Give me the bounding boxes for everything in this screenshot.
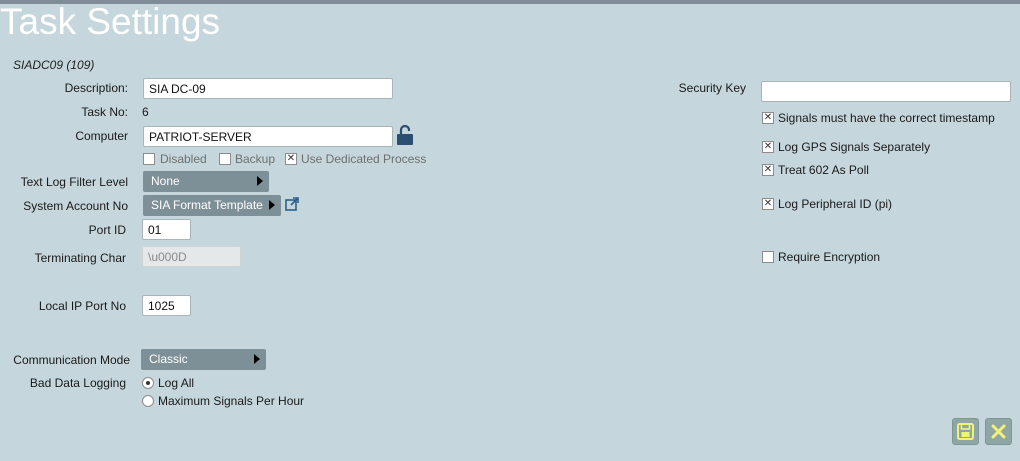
timestamp-label: Signals must have the correct timestamp: [778, 111, 995, 125]
cancel-button[interactable]: [985, 418, 1012, 445]
dropdown-arrow-icon: [257, 176, 263, 186]
disabled-checkbox[interactable]: [143, 153, 155, 165]
external-link-icon[interactable]: [285, 197, 299, 212]
timestamp-checkbox[interactable]: ✕: [762, 112, 774, 124]
terminating-char-input: [142, 246, 241, 267]
communication-mode-value: Classic: [149, 352, 188, 366]
port-id-input[interactable]: [142, 219, 191, 240]
text-log-filter-dropdown[interactable]: None: [143, 171, 269, 192]
task-identifier: SIADC09 (109): [13, 58, 95, 72]
system-account-label: System Account No: [23, 199, 128, 213]
terminating-char-label: Terminating Char: [34, 251, 126, 265]
local-ip-port-input[interactable]: [142, 295, 191, 316]
dedicated-process-checkbox[interactable]: ✕: [285, 153, 297, 165]
backup-label: Backup: [235, 152, 276, 166]
require-encryption-checkbox[interactable]: [762, 251, 774, 263]
bad-data-logging-label: Bad Data Logging: [29, 376, 126, 390]
log-gps-checkbox[interactable]: ✕: [762, 141, 774, 153]
max-signals-label: Maximum Signals Per Hour: [158, 394, 305, 408]
require-encryption-label: Require Encryption: [778, 250, 881, 264]
disabled-label: Disabled: [160, 152, 207, 166]
task-no-label: Task No:: [81, 105, 128, 119]
system-account-dropdown[interactable]: SIA Format Template: [143, 195, 281, 216]
unlock-icon[interactable]: [396, 124, 414, 146]
text-log-filter-value: None: [151, 174, 180, 188]
security-key-input[interactable]: [761, 81, 1011, 102]
dropdown-arrow-icon: [254, 354, 260, 364]
log-peripheral-label: Log Peripheral ID (pi): [778, 197, 893, 211]
system-account-value: SIA Format Template: [151, 198, 263, 212]
page-title: Task Settings: [0, 1, 221, 42]
text-log-filter-label: Text Log Filter Level: [20, 175, 128, 189]
port-id-label: Port ID: [88, 223, 126, 237]
treat-602-checkbox[interactable]: ✕: [762, 164, 774, 176]
computer-input[interactable]: [143, 126, 393, 147]
treat-602-label: Treat 602 As Poll: [778, 163, 869, 177]
description-input[interactable]: [143, 78, 393, 99]
log-all-radio[interactable]: [142, 377, 154, 389]
log-gps-label: Log GPS Signals Separately: [778, 140, 931, 154]
communication-mode-dropdown[interactable]: Classic: [141, 349, 266, 370]
security-key-label: Security Key: [678, 81, 746, 95]
task-no-value: 6: [142, 105, 149, 119]
communication-mode-label: Communication Mode: [13, 353, 130, 367]
log-peripheral-checkbox[interactable]: ✕: [762, 198, 774, 210]
log-all-label: Log All: [158, 376, 195, 390]
description-label: Description:: [64, 81, 128, 95]
max-signals-radio[interactable]: [142, 395, 154, 407]
save-icon: [957, 423, 974, 440]
local-ip-port-label: Local IP Port No: [38, 299, 126, 313]
computer-label: Computer: [75, 129, 128, 143]
backup-checkbox[interactable]: [219, 153, 231, 165]
dedicated-process-label: Use Dedicated Process: [301, 152, 427, 166]
dropdown-arrow-icon: [269, 200, 275, 210]
close-icon: [991, 424, 1006, 439]
save-button[interactable]: [952, 418, 979, 445]
